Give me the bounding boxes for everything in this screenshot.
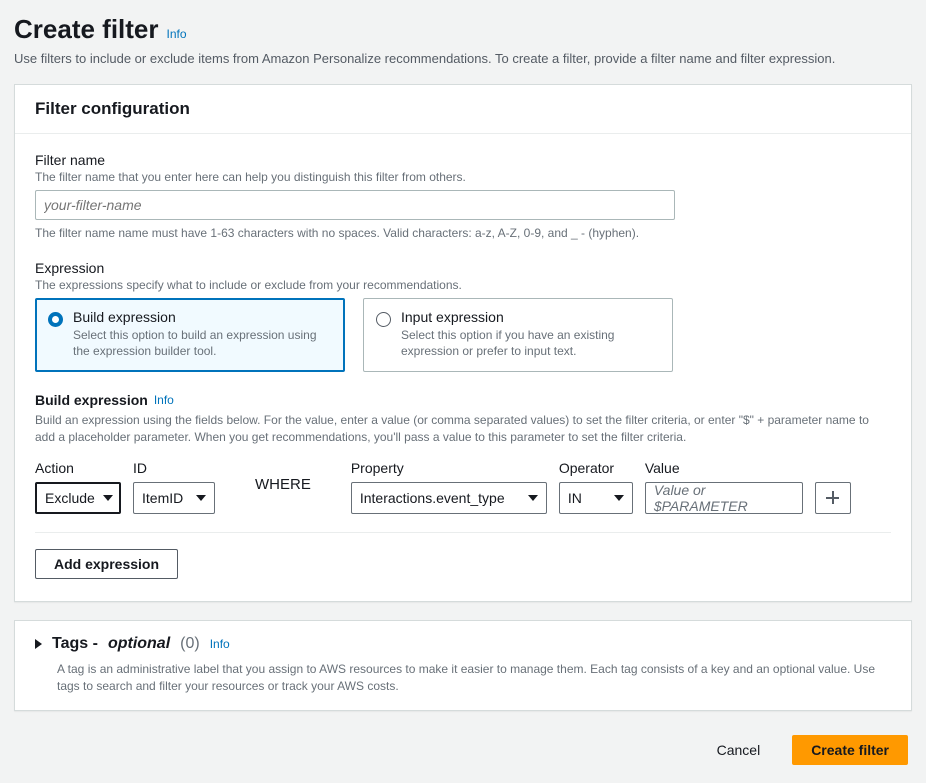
page-title-info-link[interactable]: Info [167,27,187,41]
radio-icon [376,312,391,327]
id-select[interactable]: ItemID [133,482,215,514]
col-value-label: Value [645,460,803,476]
build-expression-info-link[interactable]: Info [154,393,174,407]
operator-select[interactable]: IN [559,482,633,514]
footer-actions: Cancel Create filter [14,729,912,765]
filter-config-header: Filter configuration [15,85,911,134]
build-expression-title-text: Build expression [35,392,148,408]
page-title: Create filter Info [14,14,912,45]
build-expression-desc: Build an expression using the fields bel… [35,412,891,446]
expression-option-input-title: Input expression [401,309,658,325]
property-select-value: Interactions.event_type [360,490,505,506]
chevron-down-icon [196,495,206,501]
filter-name-label: Filter name [35,152,891,168]
filter-name-helper: The filter name name must have 1-63 char… [35,226,891,240]
expression-field: Expression The expressions specify what … [35,260,891,372]
chevron-down-icon [103,495,113,501]
operator-select-value: IN [568,490,582,506]
cancel-button[interactable]: Cancel [699,735,779,765]
action-select[interactable]: Exclude [35,482,121,514]
expression-option-build-title: Build expression [73,309,330,325]
plus-icon [826,491,839,504]
col-action-label: Action [35,460,121,476]
id-select-value: ItemID [142,490,183,506]
where-keyword: WHERE [227,476,339,497]
tags-panel: Tags - optional (0) Info A tag is an adm… [14,620,912,711]
value-input[interactable]: Value or $PARAMETER [645,482,803,514]
property-select[interactable]: Interactions.event_type [351,482,547,514]
action-select-value: Exclude [45,490,95,506]
expression-label: Expression [35,260,891,276]
tags-description: A tag is an administrative label that yo… [57,661,891,696]
create-filter-button[interactable]: Create filter [792,735,908,765]
expression-hint: The expressions specify what to include … [35,278,891,292]
value-input-placeholder: Value or $PARAMETER [654,482,794,514]
filter-name-field: Filter name The filter name that you ent… [35,152,891,240]
tags-expand-toggle[interactable]: Tags - optional (0) Info [35,635,891,653]
tags-optional: optional [108,635,170,653]
expression-option-build-desc: Select this option to build an expressio… [73,327,330,359]
filter-name-hint: The filter name that you enter here can … [35,170,891,184]
col-property-label: Property [351,460,547,476]
chevron-down-icon [528,495,538,501]
chevron-right-icon [35,639,42,649]
col-operator-label: Operator [559,460,633,476]
page-title-text: Create filter [14,14,159,45]
col-id-label: ID [133,460,215,476]
radio-icon [48,312,63,327]
add-condition-button[interactable] [815,482,851,514]
expression-option-build[interactable]: Build expression Select this option to b… [35,298,345,372]
filter-config-panel: Filter configuration Filter name The fil… [14,84,912,602]
build-expression-title: Build expression Info [35,392,891,408]
expression-option-input-desc: Select this option if you have an existi… [401,327,658,359]
tags-info-link[interactable]: Info [210,637,230,651]
filter-name-input[interactable] [35,190,675,220]
expression-builder-row: Action Exclude ID ItemID WHERE Property [35,460,891,533]
add-expression-button[interactable]: Add expression [35,549,178,579]
tags-count: (0) [180,635,200,653]
tags-title: Tags - [52,635,98,653]
expression-option-input[interactable]: Input expression Select this option if y… [363,298,673,372]
chevron-down-icon [614,495,624,501]
page-description: Use filters to include or exclude items … [14,51,912,66]
